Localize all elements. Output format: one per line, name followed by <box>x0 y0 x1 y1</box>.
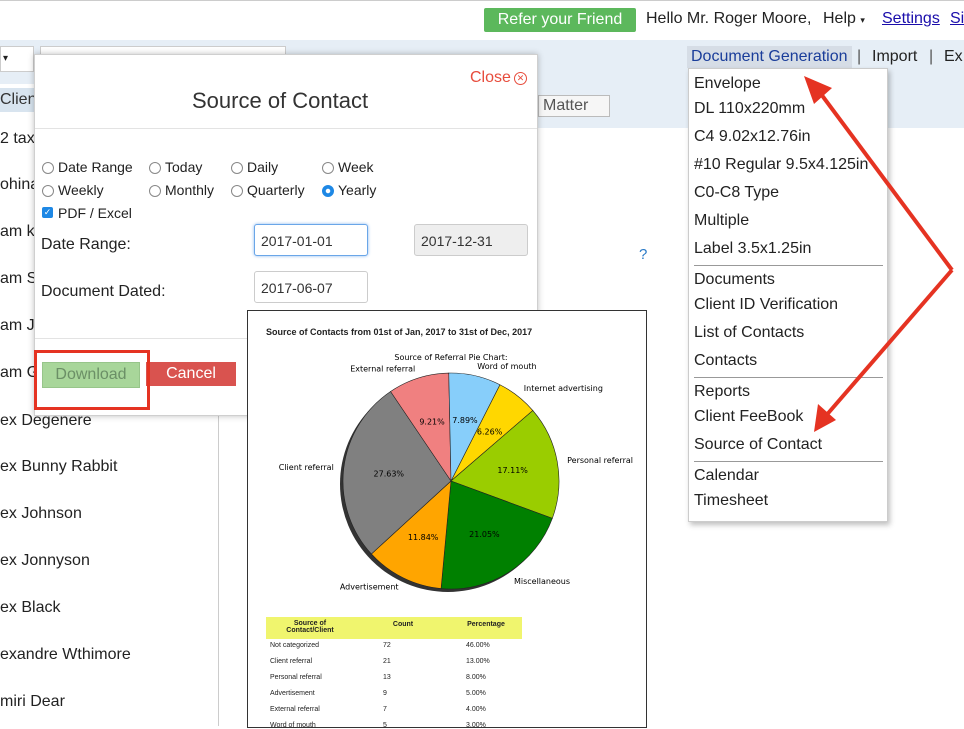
chart-title: Source of Referral Pie Chart: <box>394 353 507 362</box>
table-header: Source of Contact/Client <box>286 620 334 634</box>
table-cell: 8.00% <box>466 674 486 681</box>
table-cell: Client referral <box>270 658 313 665</box>
slice-value-label: 21.05% <box>469 530 500 539</box>
radio-label: Week <box>338 159 374 175</box>
slice-category-label: Miscellaneous <box>514 577 570 586</box>
close-link[interactable]: Close <box>470 69 511 87</box>
table-cell: 46.00% <box>466 642 490 649</box>
modal-divider <box>35 128 537 129</box>
cancel-button[interactable]: Cancel <box>146 362 236 386</box>
slice-category-label: Advertisement <box>340 583 399 592</box>
radio-button[interactable] <box>149 185 161 197</box>
document-dated-label: Document Dated: <box>41 283 166 300</box>
document-dated-input[interactable]: 2017-06-07 <box>254 271 368 303</box>
close-icon[interactable]: ✕ <box>514 72 527 85</box>
table-cell: Advertisement <box>270 690 315 697</box>
slice-value-label: 7.89% <box>452 416 478 425</box>
pdf-excel-label: PDF / Excel <box>58 205 132 221</box>
slice-category-label: Word of mouth <box>477 362 536 371</box>
slice-category-label: Personal referral <box>567 456 633 465</box>
table-cell: 9 <box>383 690 387 697</box>
radio-label: Today <box>165 159 203 175</box>
table-cell: Not categorized <box>270 642 320 649</box>
table-cell: Personal referral <box>270 674 322 681</box>
radio-label: Weekly <box>58 182 104 198</box>
table-cell: 13.00% <box>466 658 490 665</box>
slice-value-label: 27.63% <box>374 470 405 479</box>
radio-button[interactable] <box>231 185 243 197</box>
date-from-input[interactable]: 2017-01-01 <box>254 224 368 256</box>
slice-category-label: Client referral <box>279 463 334 472</box>
pie-chart: Source of Referral Pie Chart: 6.26% Inter… <box>279 353 633 592</box>
radio-button[interactable] <box>231 162 243 174</box>
radio-label: Date Range <box>58 159 133 175</box>
modal-title: Source of Contact <box>192 88 369 113</box>
table-cell: 21 <box>383 658 391 665</box>
pdf-excel-checkbox[interactable]: ✓ <box>42 207 53 218</box>
table-cell: 4.00% <box>466 706 486 713</box>
table-header: Count <box>392 621 414 628</box>
table-header: Percentage <box>467 621 505 628</box>
report-title: Source of Contacts from 01st of Jan, 201… <box>266 327 533 337</box>
radio-label: Yearly <box>338 182 377 198</box>
slice-value-label: 6.26% <box>477 428 503 437</box>
radio-button[interactable] <box>42 162 54 174</box>
annotation-arrow <box>816 88 954 272</box>
radio-button[interactable] <box>42 185 54 197</box>
slice-value-label: 9.21% <box>419 417 445 426</box>
table-cell: 13 <box>383 674 391 681</box>
annotation-arrow <box>822 268 954 420</box>
table-cell: 7 <box>383 706 387 713</box>
slice-value-label: 11.84% <box>408 533 439 542</box>
slice-category-label: Internet advertising <box>524 384 603 393</box>
radio-label: Quarterly <box>247 182 305 198</box>
table-cell: 72 <box>383 642 391 649</box>
radio-button[interactable] <box>322 185 334 197</box>
highlight-box <box>34 350 150 410</box>
radio-label: Monthly <box>165 182 215 198</box>
slice-value-label: 17.11% <box>497 466 528 475</box>
radio-label: Daily <box>247 159 279 175</box>
arrowhead-icon <box>804 76 832 104</box>
date-range-label: Date Range: <box>41 236 131 253</box>
table-cell: External referral <box>270 706 320 713</box>
date-to-input[interactable]: 2017-12-31 <box>414 224 528 256</box>
slice-category-label: External referral <box>350 365 415 374</box>
radio-button[interactable] <box>149 162 161 174</box>
radio-button[interactable] <box>322 162 334 174</box>
table-cell: 5.00% <box>466 690 486 697</box>
